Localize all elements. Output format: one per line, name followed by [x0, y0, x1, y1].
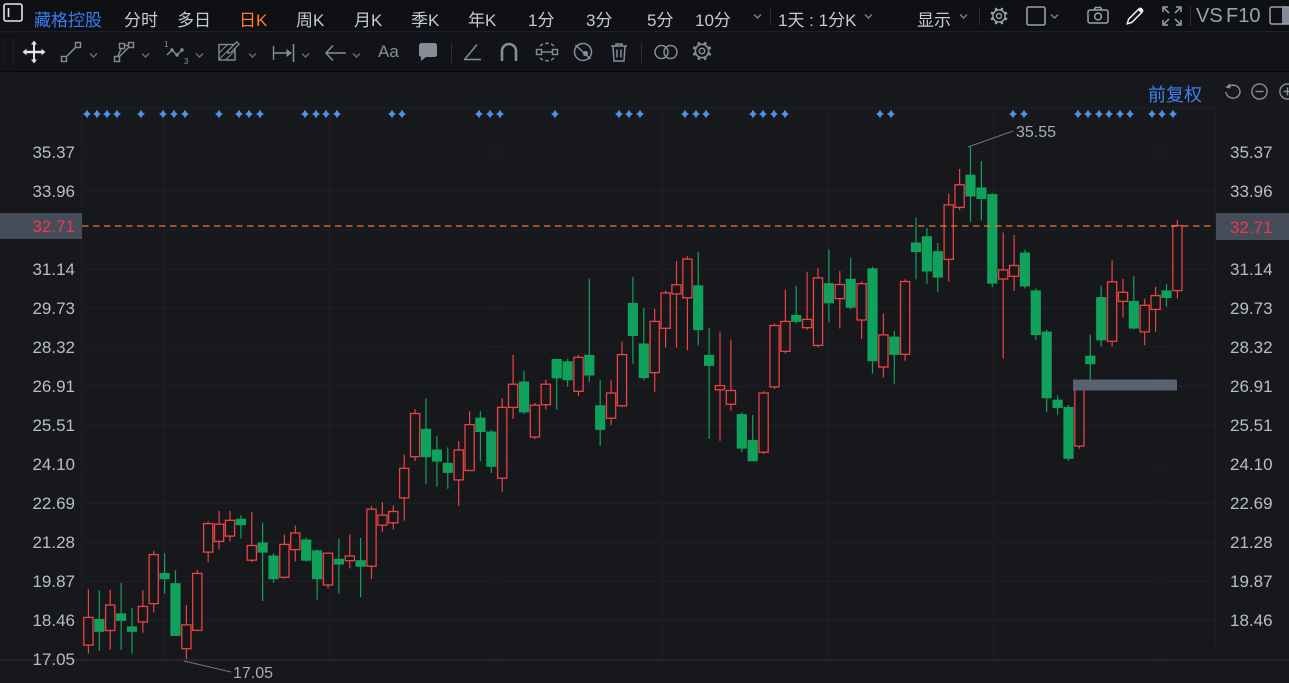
- svg-text:1: 1: [164, 40, 169, 49]
- svg-text:3: 3: [184, 57, 189, 65]
